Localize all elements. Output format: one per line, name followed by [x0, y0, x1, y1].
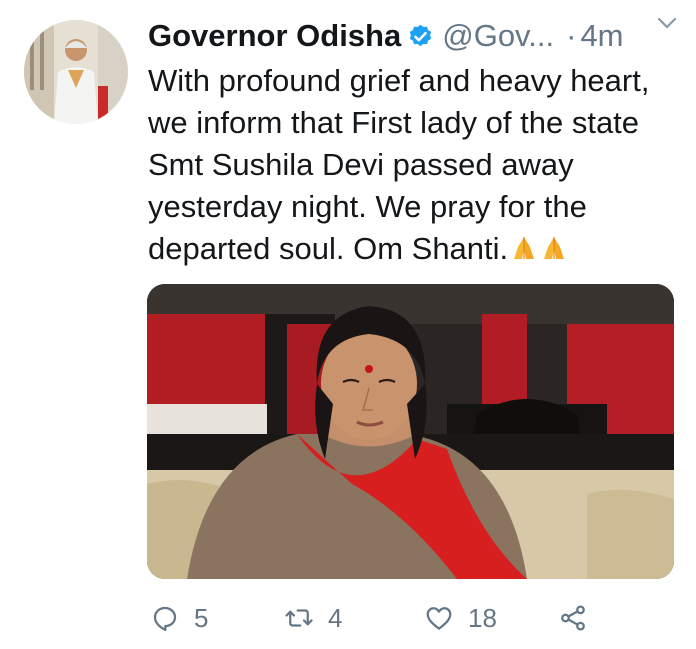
- tweet-header: Governor Odisha @Gov... · 4m: [148, 14, 678, 58]
- tweet-text-body: With profound grief and heavy heart, we …: [148, 63, 659, 266]
- retweet-action[interactable]: 4: [284, 596, 342, 640]
- retweet-count: 4: [328, 602, 343, 633]
- like-count: 18: [468, 602, 497, 633]
- like-action[interactable]: 18: [424, 596, 497, 640]
- author-handle[interactable]: @Gov...: [442, 18, 554, 54]
- tweet-time[interactable]: 4m: [580, 18, 623, 54]
- author-name[interactable]: Governor Odisha: [148, 18, 401, 54]
- reply-action[interactable]: 5: [150, 596, 208, 640]
- author-avatar[interactable]: [24, 20, 128, 124]
- tweet-card[interactable]: Governor Odisha @Gov... · 4m With profou…: [0, 0, 696, 649]
- folded-hands-emoji-icon: [510, 232, 538, 262]
- chevron-down-icon[interactable]: [656, 12, 678, 34]
- retweet-icon: [285, 609, 313, 627]
- reply-count: 5: [194, 602, 209, 633]
- reply-icon: [153, 606, 177, 631]
- share-icon: [561, 605, 585, 631]
- time-separator: ·: [566, 18, 577, 53]
- tweet-text: With profound grief and heavy heart, we …: [148, 60, 678, 270]
- heart-icon: [426, 607, 452, 630]
- tweet-actions: 5 4 18: [148, 596, 678, 640]
- tweet-photo[interactable]: [147, 284, 674, 579]
- verified-badge-icon: [407, 23, 434, 50]
- share-action[interactable]: [558, 596, 588, 640]
- folded-hands-emoji-icon: [540, 232, 568, 262]
